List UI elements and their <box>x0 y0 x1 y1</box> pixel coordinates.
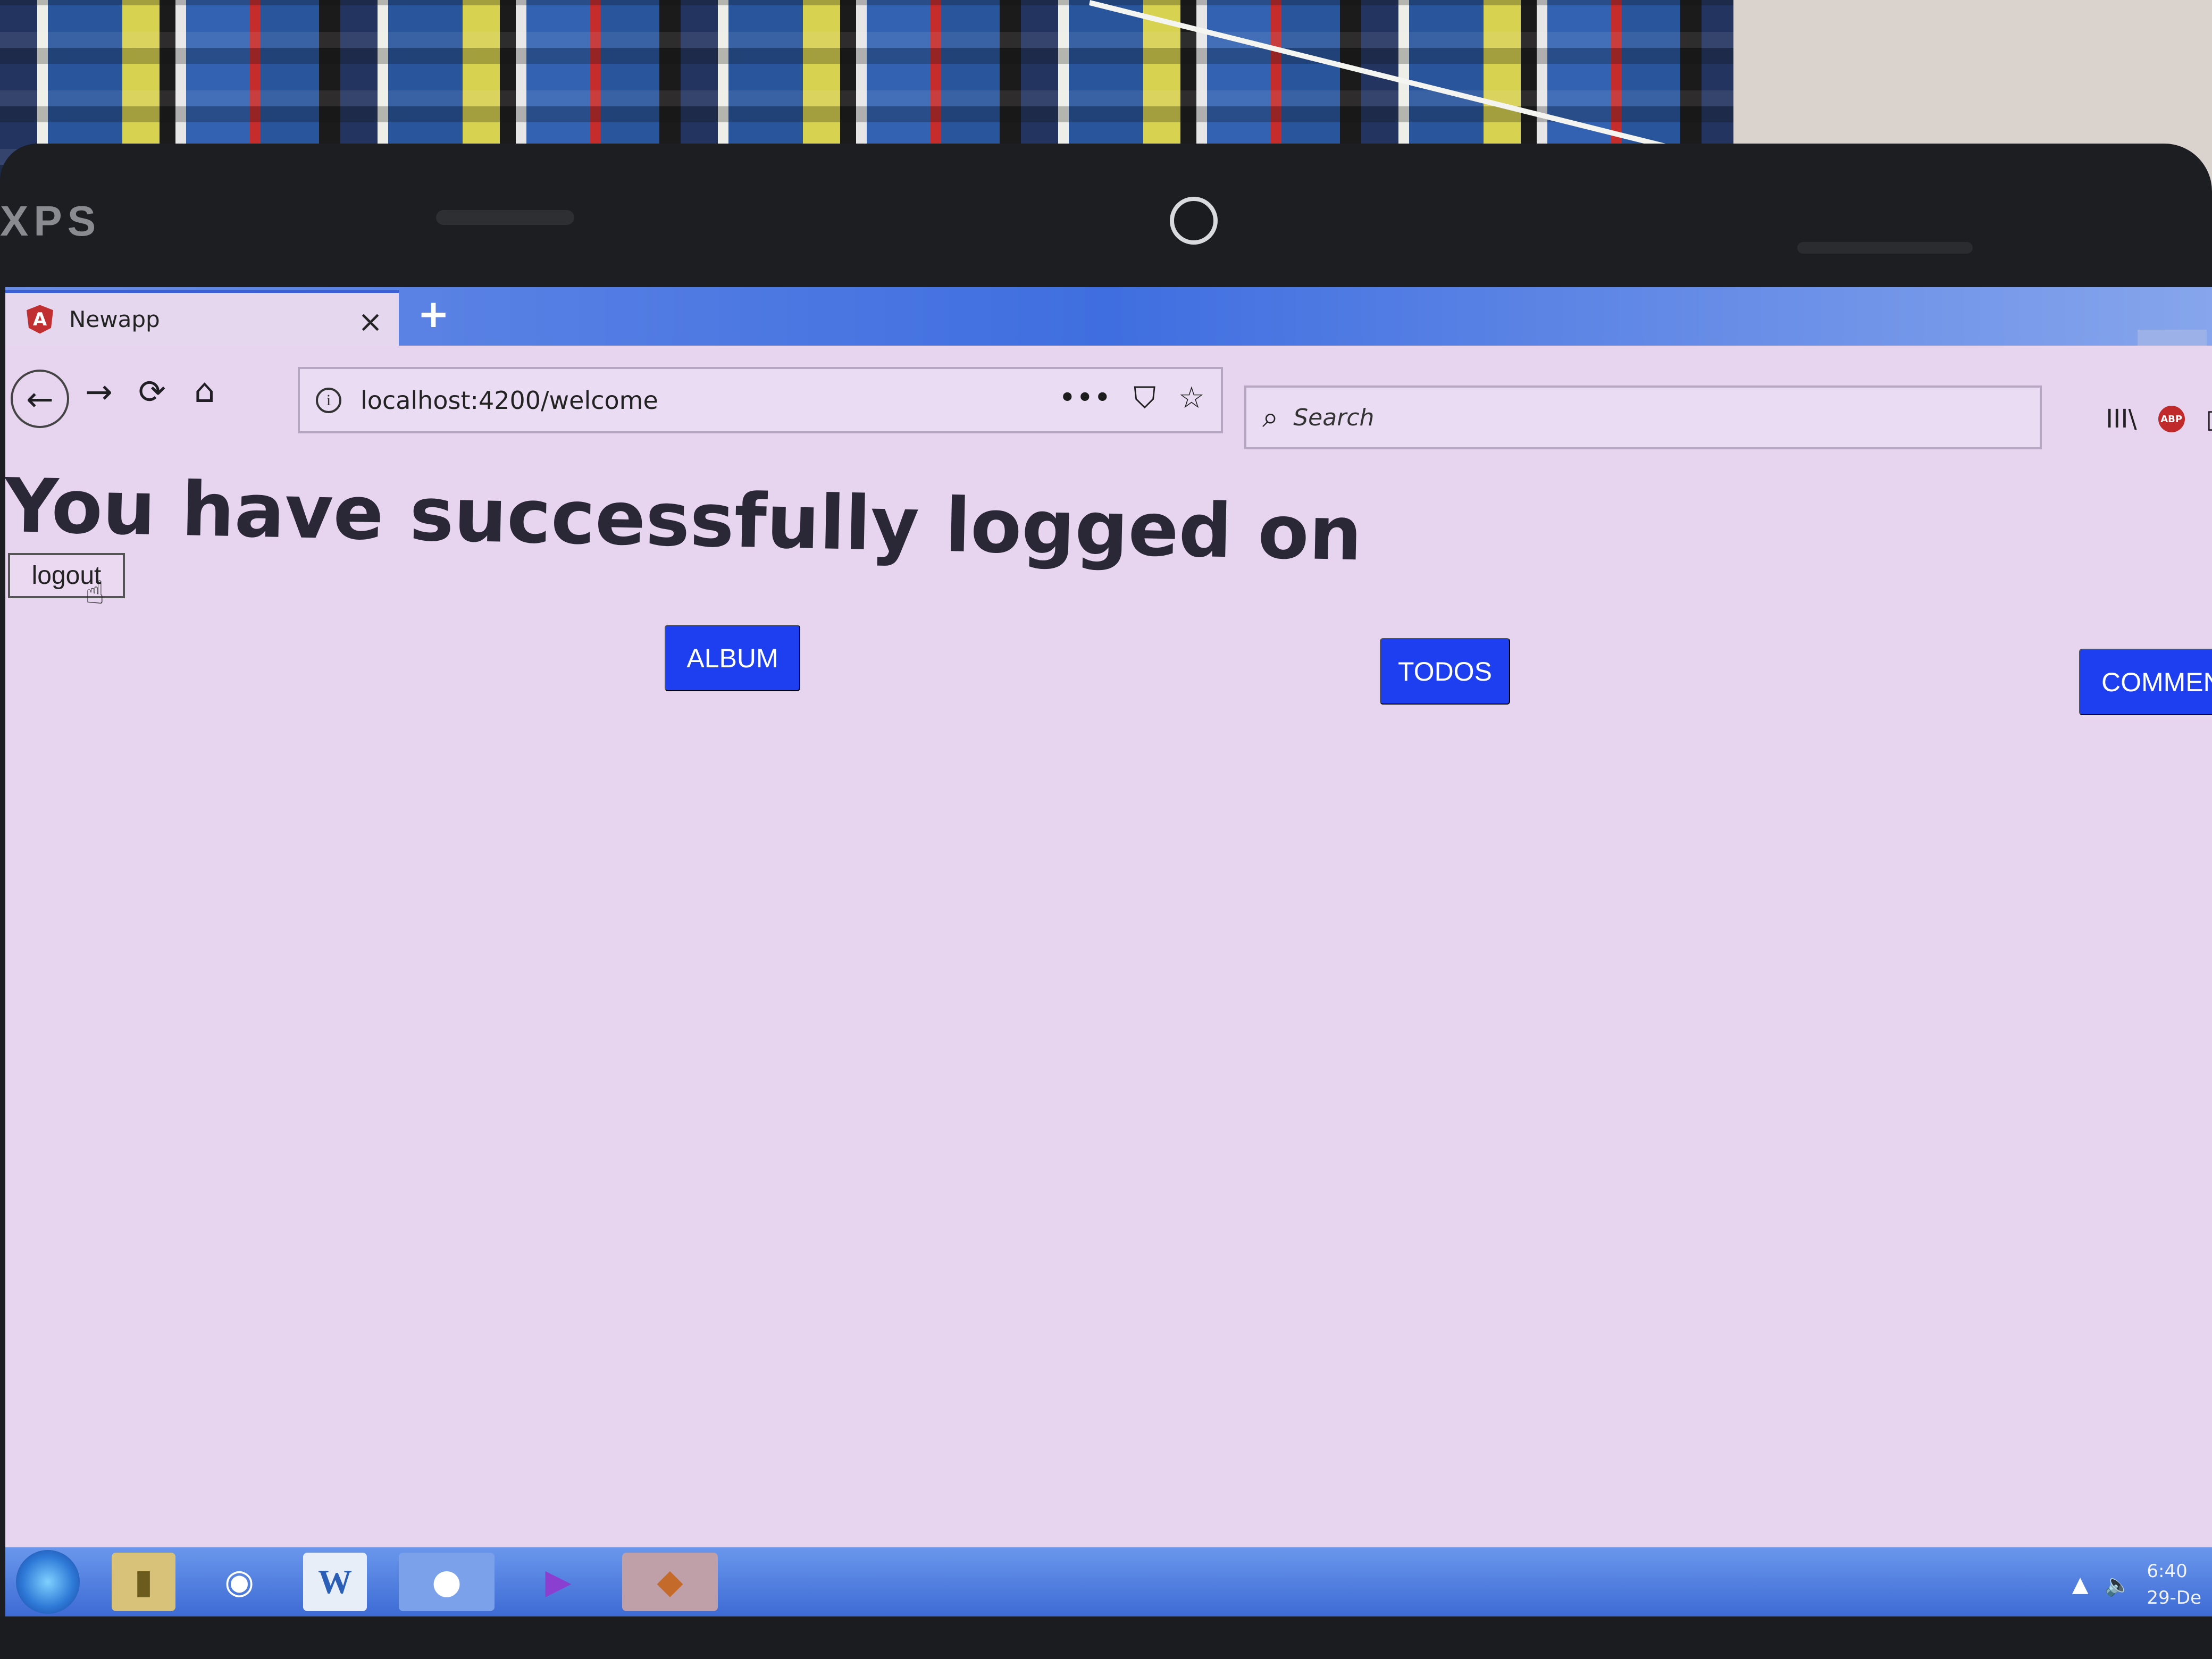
word-icon[interactable]: W <box>303 1553 367 1611</box>
search-placeholder: Search <box>1293 404 1375 431</box>
pocket-icon[interactable]: ⛉ <box>1134 381 1156 416</box>
windows-start-icon[interactable] <box>16 1550 80 1614</box>
file-explorer-icon[interactable]: ▮ <box>112 1553 175 1611</box>
clock[interactable]: 6:40 29-De <box>2147 1558 2201 1611</box>
clock-date: 29-De <box>2147 1587 2201 1608</box>
volume-icon[interactable]: 🔈 <box>2105 1572 2131 1597</box>
vscode-icon[interactable]: ◆ <box>622 1553 718 1611</box>
brand-logo: XPS <box>0 197 102 245</box>
mouse-cursor-icon: ☝ <box>85 574 105 611</box>
webcam <box>1170 197 1218 245</box>
speaker-grille <box>1797 242 1973 254</box>
address-bar[interactable]: i localhost:4200/welcome ••• ⛉ ☆ <box>298 367 1223 433</box>
reload-button[interactable]: ⟳ <box>138 372 166 411</box>
visual-studio-icon[interactable]: ▶ <box>526 1553 590 1611</box>
navigation-toolbar: ← → ⟳ ⌂ i localhost:4200/welcome ••• ⛉ ☆… <box>5 346 2212 449</box>
taskbar: ▮ ◉ W ● ▶ ◆ ▲ 🔈 6:40 29-De <box>5 1547 2212 1616</box>
todos-button[interactable]: TODOS <box>1380 638 1510 705</box>
bookmark-star-icon[interactable]: ☆ <box>1178 381 1205 416</box>
speaker-grille <box>436 210 574 225</box>
tab-title: Newapp <box>69 306 160 332</box>
sidebar-icon[interactable]: ▯ <box>2206 404 2212 434</box>
window-controls[interactable] <box>2138 330 2207 346</box>
tray-arrow-icon[interactable]: ▲ <box>2072 1572 2089 1597</box>
toolbar-right: III\ ABP ▯ <box>2106 404 2212 434</box>
system-tray: ▲ 🔈 6:40 29-De <box>2072 1558 2201 1611</box>
comments-button[interactable]: COMMEN <box>2079 649 2212 715</box>
paint-icon[interactable]: ◉ <box>207 1553 271 1611</box>
screen: A Newapp × + ← → ⟳ ⌂ i localhost:4200/we… <box>5 287 2212 1616</box>
tab-newapp[interactable]: A Newapp × <box>5 290 399 346</box>
tab-strip: A Newapp × + <box>5 287 2212 346</box>
forward-button[interactable]: → <box>85 372 113 411</box>
logout-button[interactable]: logout <box>8 553 125 598</box>
adblock-icon[interactable]: ABP <box>2158 406 2185 432</box>
page-actions-icon[interactable]: ••• <box>1059 381 1111 416</box>
clock-time: 6:40 <box>2147 1561 2188 1582</box>
site-info-icon[interactable]: i <box>316 387 341 413</box>
tab-close-icon[interactable]: × <box>358 305 383 339</box>
url-text[interactable]: localhost:4200/welcome <box>361 386 658 415</box>
laptop-bottom-bezel <box>0 1616 2212 1659</box>
search-icon: ⌕ <box>1262 400 1279 434</box>
back-arrow-icon: ← <box>26 379 54 418</box>
page-heading: You have successfully logged on <box>5 463 1363 578</box>
back-button[interactable]: ← <box>11 370 69 428</box>
new-tab-button[interactable]: + <box>417 291 449 336</box>
library-icon[interactable]: III\ <box>2106 404 2137 434</box>
search-input[interactable]: ⌕ Search <box>1244 386 2042 449</box>
angular-logo-icon: A <box>27 305 53 334</box>
home-button[interactable]: ⌂ <box>194 371 215 410</box>
firefox-icon[interactable]: ● <box>399 1553 495 1611</box>
url-actions: ••• ⛉ ☆ <box>1059 381 1205 416</box>
album-button[interactable]: ALBUM <box>665 625 800 691</box>
